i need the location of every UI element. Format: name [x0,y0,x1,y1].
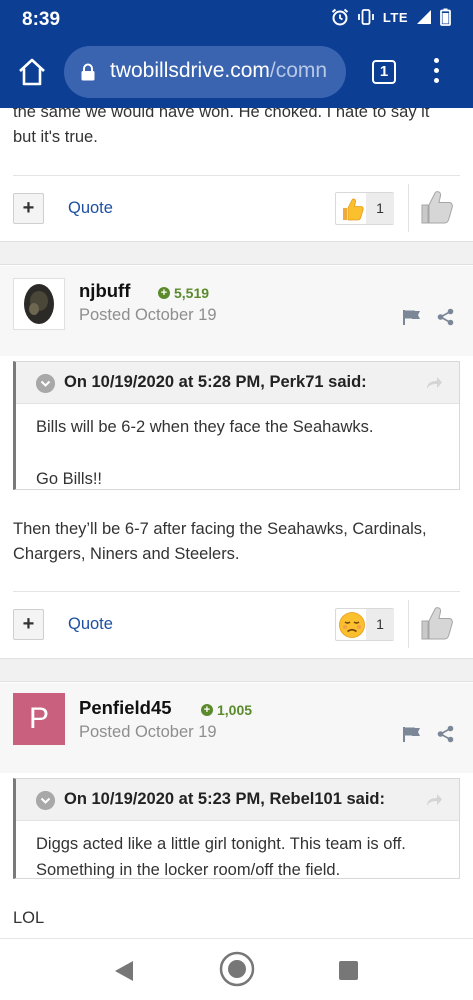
post-separator [0,658,473,682]
go-to-quote-icon[interactable] [425,375,443,391]
post-author-header: njbuff + 5,519 Posted October 19 [0,266,473,356]
previous-post-line: but it's true. [13,128,98,146]
thumbs-up-emoji-icon [343,198,364,221]
sad-face-emoji-icon [339,612,365,638]
alarm-icon [331,8,349,26]
signal-icon [417,10,431,24]
post-separator [0,241,473,265]
url-path: /comn [269,59,328,82]
post-body-line: LOL [13,909,45,927]
reputation-badge: + 1,005 [201,702,252,718]
page-content: the same we would have won. He choked. I… [0,108,473,938]
reputation-value: 1,005 [217,702,253,718]
avatar[interactable] [13,278,65,330]
previous-post-text: the same we would have won. He choked. I… [13,108,429,150]
overflow-menu-icon[interactable] [428,58,444,86]
browser-chrome: 8:39 LTE twobillsdrive.com/comn 1 [0,0,473,108]
multiquote-add-button[interactable]: + [13,609,44,640]
reputation-value: 5,519 [174,285,210,301]
reaction-count: 1 [366,193,394,224]
status-time: 8:39 [22,9,61,30]
share-icon[interactable] [437,308,454,326]
avatar-image [24,284,54,324]
plus-circle-icon: + [158,287,170,299]
post-body-line: Then they’ll be 6-7 after facing the Sea… [13,520,427,538]
like-button-icon[interactable] [416,187,456,227]
previous-post-line: the same we would have won. He choked. I… [13,108,430,121]
author-name[interactable]: Penfield45 [79,697,172,719]
system-nav-bar [0,938,473,1000]
quote-link[interactable]: Quote [68,615,113,634]
divider [13,591,460,592]
reaction-count: 1 [366,609,394,640]
recent-apps-icon[interactable] [339,961,358,980]
multiquote-add-button[interactable]: + [13,193,44,224]
url-text: twobillsdrive.com/comn [110,59,327,83]
avatar[interactable]: P [13,693,65,745]
post-body: Then they’ll be 6-7 after facing the Sea… [13,517,427,567]
lock-icon [81,63,95,81]
reputation-badge: + 5,519 [158,285,209,301]
quote-link[interactable]: Quote [68,199,113,218]
quote-line: Diggs acted like a little girl tonight. … [36,835,406,853]
report-flag-icon[interactable] [403,726,421,742]
quote-block: On 10/19/2020 at 5:23 PM, Rebel101 said:… [13,778,460,879]
status-icons: LTE [331,8,451,26]
quote-attribution: On 10/19/2020 at 5:28 PM, Perk71 said: [64,373,367,391]
plus-circle-icon: + [201,704,213,716]
collapse-chevron-icon[interactable] [36,374,55,393]
divider [13,175,460,176]
quote-line: Bills will be 6-2 when they face the Sea… [36,418,374,436]
post-date[interactable]: Posted October 19 [79,723,217,742]
status-bar: 8:39 LTE [0,0,473,38]
divider [408,600,409,648]
address-bar[interactable]: twobillsdrive.com/comn [64,46,346,98]
report-flag-icon[interactable] [403,309,421,325]
url-bar: twobillsdrive.com/comn 1 [0,44,473,100]
post-body-line: Chargers, Niners and Steelers. [13,545,240,563]
post-author-header: P Penfield45 + 1,005 Posted October 19 [0,683,473,773]
vibrate-icon [358,9,374,25]
tab-switcher-button[interactable]: 1 [372,60,396,84]
quote-line: Something in the locker room/off the fie… [36,861,341,879]
network-type: LTE [382,9,408,25]
quote-line: Go Bills!! [36,470,103,488]
author-name[interactable]: njbuff [79,280,130,302]
post-body: LOL [13,906,44,931]
go-to-quote-icon[interactable] [425,792,443,808]
battery-icon [440,8,451,26]
back-icon[interactable] [114,960,134,982]
quote-body: Bills will be 6-2 when they face the Sea… [16,404,459,500]
quote-attribution: On 10/19/2020 at 5:23 PM, Rebel101 said: [64,790,386,808]
quote-block: On 10/19/2020 at 5:28 PM, Perk71 said: B… [13,361,460,490]
reaction-summary[interactable]: 1 [335,192,394,225]
collapse-chevron-icon[interactable] [36,791,55,810]
post-date[interactable]: Posted October 19 [79,306,217,325]
home-icon[interactable] [16,56,48,88]
url-host: twobillsdrive.com [110,59,270,82]
quote-header: On 10/19/2020 at 5:28 PM, Perk71 said: [16,362,459,404]
share-icon[interactable] [437,725,454,743]
quote-body: Diggs acted like a little girl tonight. … [16,821,459,891]
like-button-icon[interactable] [416,603,456,643]
quote-header: On 10/19/2020 at 5:23 PM, Rebel101 said: [16,779,459,821]
reaction-summary[interactable]: 1 [335,608,394,641]
home-nav-icon[interactable] [219,951,255,987]
divider [408,184,409,232]
